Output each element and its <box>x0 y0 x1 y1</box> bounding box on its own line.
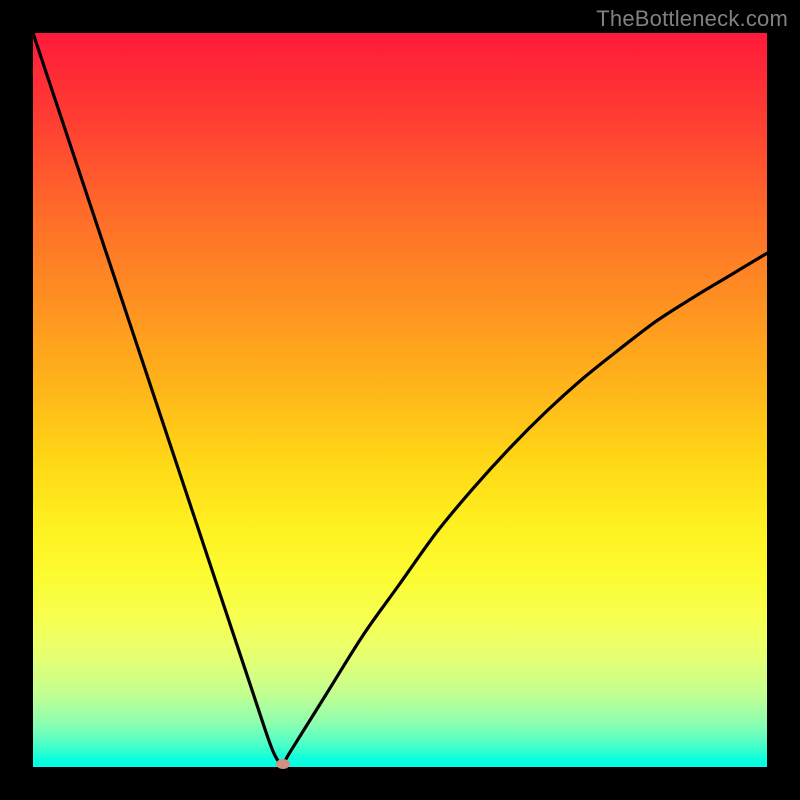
curve-path <box>33 33 767 764</box>
vertex-marker <box>276 759 290 769</box>
watermark-text: TheBottleneck.com <box>596 6 788 32</box>
chart-frame: TheBottleneck.com <box>0 0 800 800</box>
plot-area <box>33 33 767 767</box>
curve-svg <box>33 33 767 767</box>
